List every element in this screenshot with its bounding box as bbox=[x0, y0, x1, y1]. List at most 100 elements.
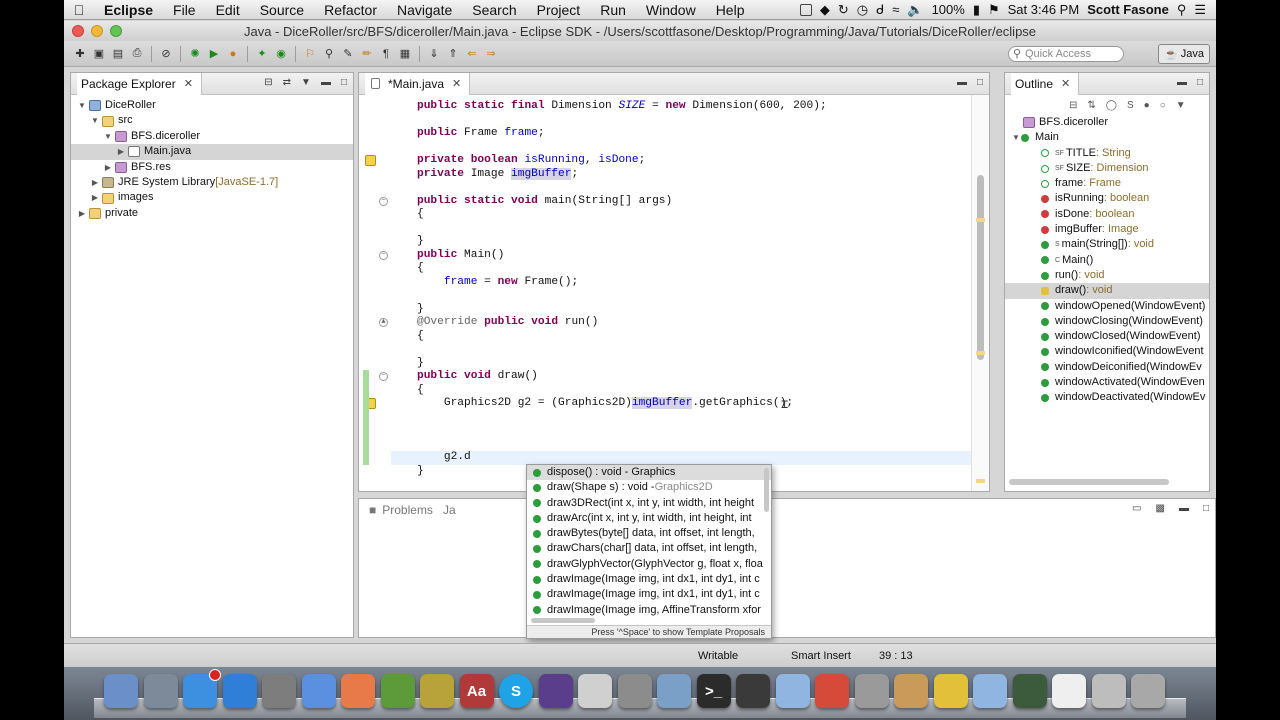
outline-item[interactable]: C Main() bbox=[1005, 253, 1209, 268]
overview-marker[interactable] bbox=[976, 218, 985, 222]
tab-javadoc[interactable]: Ja bbox=[443, 503, 456, 517]
code-line[interactable]: private Image imgBuffer; bbox=[417, 167, 578, 182]
outline-item[interactable]: run() : void bbox=[1005, 268, 1209, 283]
content-assist-hscrollbar[interactable] bbox=[531, 618, 595, 623]
expanded-arrow-icon[interactable]: ▼ bbox=[77, 98, 87, 113]
tree-item[interactable]: ▼ DiceRoller bbox=[71, 98, 353, 113]
menu-search[interactable]: Search bbox=[462, 0, 526, 20]
collapsed-arrow-icon[interactable]: ▶ bbox=[77, 206, 87, 221]
activity-monitor-icon[interactable] bbox=[1012, 674, 1047, 708]
outline-item[interactable]: draw() : void bbox=[1005, 283, 1209, 299]
outline-item[interactable]: SF TITLE : String bbox=[1005, 146, 1209, 161]
folder-icon[interactable] bbox=[775, 674, 810, 708]
print-icon[interactable]: ⎙ bbox=[129, 46, 145, 62]
code-line[interactable]: public static void main(String[] args) bbox=[417, 195, 672, 209]
maximize-icon[interactable]: □ bbox=[341, 77, 347, 88]
wifi-icon[interactable]: ≈ bbox=[892, 2, 899, 17]
outline-item[interactable]: windowDeactivated(WindowEv bbox=[1005, 390, 1209, 405]
back-icon[interactable]: ⇐ bbox=[464, 46, 480, 62]
completion-proposal[interactable]: draw(Shape s) : void - Graphics2D bbox=[527, 480, 771, 495]
tree-item[interactable]: ▼ BFS.diceroller bbox=[71, 129, 353, 144]
status-item-icon[interactable] bbox=[799, 3, 812, 16]
new-class-icon[interactable]: ◉ bbox=[273, 46, 289, 62]
expanded-arrow-icon[interactable]: ▼ bbox=[1011, 130, 1021, 145]
completion-proposal[interactable]: drawGlyphVector(GlyphVector g, float x, … bbox=[527, 557, 771, 572]
content-assist-scrollbar[interactable] bbox=[764, 468, 769, 512]
warning-icon[interactable] bbox=[365, 155, 376, 166]
menu-app-name[interactable]: Eclipse bbox=[94, 0, 163, 20]
trash-icon[interactable] bbox=[1131, 674, 1165, 708]
finder-icon[interactable] bbox=[104, 674, 138, 708]
adium-icon[interactable] bbox=[933, 674, 968, 708]
completion-proposal[interactable]: drawImage(Image img, AffineTransform xfo… bbox=[527, 603, 771, 618]
launchpad-icon[interactable] bbox=[143, 674, 178, 708]
menu-run[interactable]: Run bbox=[590, 0, 636, 20]
collapsed-arrow-icon[interactable]: ▶ bbox=[103, 160, 113, 175]
movie-icon[interactable] bbox=[736, 674, 770, 708]
overview-marker[interactable] bbox=[976, 351, 985, 355]
show-whitespace-icon[interactable]: ¶ bbox=[378, 46, 394, 62]
completion-proposal[interactable]: drawImage(Image img, int dx1, int dy1, i… bbox=[527, 572, 771, 587]
hide-nonpublic-icon[interactable]: ● bbox=[1144, 100, 1150, 111]
tab-main-java[interactable]: *Main.java ✕ bbox=[365, 72, 471, 95]
editor-scrollbar[interactable] bbox=[971, 95, 989, 491]
tree-item[interactable]: ▶ private bbox=[71, 206, 353, 221]
completion-proposal[interactable]: dispose() : void - Graphics bbox=[527, 465, 771, 481]
view-menu-icon[interactable]: ▼ bbox=[301, 77, 311, 88]
code-line[interactable]: public void draw() bbox=[417, 370, 538, 384]
code-line[interactable]: public Main() bbox=[417, 249, 504, 263]
outline-scrollbar[interactable] bbox=[1009, 479, 1169, 485]
outline-item[interactable]: frame : Frame bbox=[1005, 176, 1209, 191]
menu-project[interactable]: Project bbox=[527, 0, 591, 20]
clock[interactable]: Sat 3:46 PM bbox=[1008, 2, 1080, 17]
debug-icon[interactable]: ✺ bbox=[187, 46, 203, 62]
menu-window[interactable]: Window bbox=[636, 0, 706, 20]
overview-marker[interactable] bbox=[976, 479, 985, 483]
outline-item[interactable]: windowIconified(WindowEvent bbox=[1005, 344, 1209, 359]
hide-fields-icon[interactable]: ◯ bbox=[1106, 100, 1117, 111]
java-perspective-button[interactable]: ☕ Java bbox=[1158, 44, 1210, 64]
notification-center-icon[interactable]: ☰ bbox=[1194, 2, 1206, 18]
fold-collapse-icon[interactable]: − bbox=[379, 196, 388, 206]
battery-percent[interactable]: 100% bbox=[932, 2, 965, 17]
code-line[interactable]: { bbox=[417, 262, 424, 276]
zoom-window-button[interactable] bbox=[110, 25, 122, 37]
fold-collapse-icon[interactable]: − bbox=[379, 372, 388, 381]
outline-item[interactable]: ▼ Main bbox=[1005, 130, 1209, 145]
sort-icon[interactable]: ⇅ bbox=[1087, 100, 1095, 111]
outline-item[interactable]: Smain(String[]) : void bbox=[1005, 237, 1209, 252]
minimize-icon[interactable]: ▬ bbox=[957, 77, 967, 88]
outline-item[interactable]: BFS.diceroller bbox=[1005, 115, 1209, 130]
game-icon[interactable] bbox=[420, 674, 454, 708]
volume-icon[interactable]: 🔈 bbox=[907, 2, 923, 18]
calculator-icon[interactable] bbox=[854, 674, 889, 708]
collapse-all-icon[interactable]: ⊟ bbox=[1069, 100, 1077, 111]
collapse-all-icon[interactable]: ⊟ bbox=[264, 77, 272, 88]
apple-menu-icon[interactable]:  bbox=[64, 2, 94, 18]
terminal-icon[interactable]: >_ bbox=[696, 674, 731, 708]
previous-annotation-icon[interactable]: ⇑ bbox=[445, 46, 461, 62]
expanded-arrow-icon[interactable]: ▼ bbox=[103, 129, 113, 144]
run-icon[interactable]: ▶ bbox=[206, 46, 222, 62]
pen-icon[interactable]: ✎ bbox=[340, 46, 356, 62]
outline-item[interactable]: imgBuffer : Image bbox=[1005, 222, 1209, 237]
dropbox-icon[interactable]: ◆ bbox=[820, 2, 830, 18]
code-line[interactable]: private boolean isRunning, isDone; bbox=[417, 154, 645, 168]
forward-icon[interactable]: ⇒ bbox=[483, 46, 499, 62]
fold-collapse-icon[interactable]: − bbox=[379, 250, 388, 260]
minimize-icon[interactable]: ▬ bbox=[321, 77, 331, 88]
system-preferences-icon[interactable] bbox=[262, 674, 296, 708]
tree-item[interactable]: ▶ JRE System Library [JavaSE-1.7] bbox=[71, 175, 353, 190]
new-icon[interactable]: ✚ bbox=[72, 46, 88, 62]
external-tools-icon[interactable]: ● bbox=[225, 46, 241, 62]
photo-icon[interactable] bbox=[657, 674, 691, 708]
code-line[interactable]: } bbox=[417, 357, 424, 371]
open-console-icon[interactable]: ▭ bbox=[1132, 503, 1141, 514]
view-menu-icon[interactable]: ▼ bbox=[1176, 100, 1186, 111]
completion-proposal[interactable]: drawBytes(byte[] data, int offset, int l… bbox=[527, 526, 771, 541]
code-line[interactable]: } bbox=[417, 235, 424, 249]
code-area[interactable]: public static final Dimension SIZE = new… bbox=[391, 95, 971, 491]
cargo-icon[interactable] bbox=[894, 674, 928, 708]
save-all-icon[interactable]: ▤ bbox=[110, 46, 126, 62]
completion-proposal[interactable]: drawImage(Image img, int dx1, int dy1, i… bbox=[527, 587, 771, 602]
